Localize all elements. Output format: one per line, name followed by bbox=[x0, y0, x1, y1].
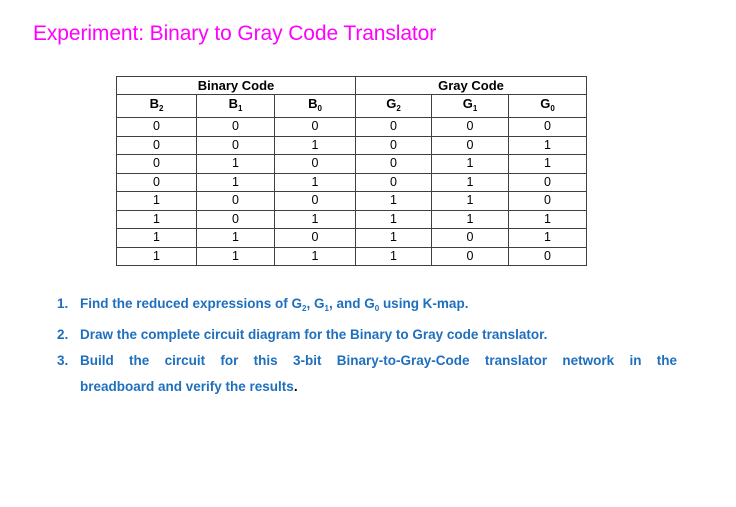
task-item-1: 1. Find the reduced expressions of G2, G… bbox=[57, 291, 677, 322]
task-item-3: 3. Build the circuit for this 3-bit Bina… bbox=[57, 348, 677, 400]
column-subscript: 2 bbox=[396, 104, 401, 113]
task-text-line-2: breadboard and verify the results. bbox=[80, 379, 298, 394]
table-cell: 0 bbox=[116, 172, 197, 192]
table-cell: 0 bbox=[508, 191, 587, 211]
table-cell: 1 bbox=[274, 246, 356, 266]
column-letter: G bbox=[462, 96, 473, 111]
truth-table: Binary Code Gray Code B2 B1 B0 G2 G1 G0 … bbox=[116, 76, 587, 266]
table-cell: 1 bbox=[431, 154, 509, 174]
table-cell: 0 bbox=[508, 246, 587, 266]
table-cell: 0 bbox=[116, 154, 197, 174]
table-row: 000000 bbox=[116, 117, 587, 137]
table-cell: 1 bbox=[508, 135, 587, 155]
column-letter: G bbox=[540, 96, 551, 111]
table-cell: 1 bbox=[116, 191, 197, 211]
table-cell: 0 bbox=[196, 117, 275, 137]
group-header-row: Binary Code Gray Code bbox=[116, 76, 587, 95]
task-number: 1. bbox=[57, 296, 69, 311]
table-row: 001001 bbox=[116, 135, 587, 155]
table-cell: 0 bbox=[116, 117, 197, 137]
table-cell: 1 bbox=[355, 209, 432, 229]
table-cell: 1 bbox=[431, 172, 509, 192]
task-text-part: breadboard and verify the results bbox=[80, 379, 294, 394]
table-cell: 1 bbox=[431, 209, 509, 229]
table-cell: 0 bbox=[274, 228, 356, 248]
table-cell: 0 bbox=[355, 117, 432, 137]
task-text-period: . bbox=[293, 379, 298, 394]
task-text-part: using K-map. bbox=[379, 296, 469, 311]
task-text-part: , G bbox=[306, 296, 325, 311]
table-row: 010011 bbox=[116, 154, 587, 174]
table-row: 011010 bbox=[116, 172, 587, 192]
task-text-part: Find the reduced expressions of G bbox=[80, 296, 303, 311]
task-text-part: , and G bbox=[328, 296, 375, 311]
column-header-g2: G2 bbox=[355, 94, 432, 118]
table-cell: 1 bbox=[196, 246, 275, 266]
table-cell: 1 bbox=[196, 228, 275, 248]
table-cell: 0 bbox=[274, 154, 356, 174]
table-cell: 1 bbox=[116, 209, 197, 229]
table-cell: 0 bbox=[196, 135, 275, 155]
gray-code-header: Gray Code bbox=[355, 76, 587, 95]
column-header-g1: G1 bbox=[431, 94, 509, 118]
table-cell: 1 bbox=[274, 172, 356, 192]
column-header-b0: B0 bbox=[274, 94, 356, 118]
table-cell: 0 bbox=[431, 228, 509, 248]
column-subscript: 0 bbox=[550, 104, 555, 113]
task-text: Find the reduced expressions of G2, G1, … bbox=[80, 296, 469, 313]
table-cell: 0 bbox=[116, 135, 197, 155]
task-number: 3. bbox=[57, 353, 69, 368]
column-subscript: 1 bbox=[472, 104, 478, 113]
table-cell: 0 bbox=[508, 117, 587, 137]
table-cell: 1 bbox=[355, 191, 432, 211]
table-cell: 0 bbox=[431, 135, 509, 155]
truth-table-body: 0000000010010100110110101001101011111101… bbox=[116, 117, 587, 266]
table-cell: 1 bbox=[431, 191, 509, 211]
table-cell: 0 bbox=[196, 191, 275, 211]
table-cell: 1 bbox=[116, 246, 197, 266]
table-cell: 0 bbox=[274, 191, 356, 211]
table-cell: 0 bbox=[431, 246, 509, 266]
task-number: 2. bbox=[57, 327, 69, 342]
table-cell: 0 bbox=[355, 172, 432, 192]
table-row: 101111 bbox=[116, 209, 587, 229]
column-subscript: 2 bbox=[158, 104, 164, 113]
table-row: 100110 bbox=[116, 191, 587, 211]
table-row: 110101 bbox=[116, 228, 587, 248]
page-title: Experiment: Binary to Gray Code Translat… bbox=[33, 22, 437, 45]
column-subscript: 1 bbox=[237, 104, 243, 113]
column-letter: B bbox=[228, 96, 238, 111]
column-header-row: B2 B1 B0 G2 G1 G0 bbox=[116, 94, 587, 118]
table-cell: 1 bbox=[196, 172, 275, 192]
table-cell: 1 bbox=[116, 228, 197, 248]
column-subscript: 0 bbox=[317, 104, 322, 113]
column-letter: B bbox=[149, 96, 159, 111]
table-cell: 1 bbox=[196, 154, 275, 174]
table-cell: 1 bbox=[508, 154, 587, 174]
table-cell: 0 bbox=[274, 117, 356, 137]
table-cell: 1 bbox=[274, 209, 356, 229]
table-cell: 1 bbox=[274, 135, 356, 155]
table-cell: 1 bbox=[508, 209, 587, 229]
column-letter: G bbox=[386, 96, 397, 111]
task-text: Draw the complete circuit diagram for th… bbox=[80, 327, 548, 342]
table-cell: 0 bbox=[355, 135, 432, 155]
table-cell: 0 bbox=[196, 209, 275, 229]
table-cell: 1 bbox=[508, 228, 587, 248]
table-cell: 0 bbox=[431, 117, 509, 137]
task-text-line-1: Build the circuit for this 3-bit Binary-… bbox=[80, 353, 677, 368]
task-item-2: 2. Draw the complete circuit diagram for… bbox=[57, 322, 677, 348]
column-header-b2: B2 bbox=[116, 94, 197, 118]
column-header-g0: G0 bbox=[508, 94, 587, 118]
task-list: 1. Find the reduced expressions of G2, G… bbox=[57, 291, 677, 400]
binary-code-header: Binary Code bbox=[116, 76, 356, 95]
table-row: 111100 bbox=[116, 246, 587, 266]
table-cell: 0 bbox=[355, 154, 432, 174]
column-header-b1: B1 bbox=[196, 94, 275, 118]
table-cell: 0 bbox=[508, 172, 587, 192]
table-cell: 1 bbox=[355, 246, 432, 266]
table-cell: 1 bbox=[355, 228, 432, 248]
